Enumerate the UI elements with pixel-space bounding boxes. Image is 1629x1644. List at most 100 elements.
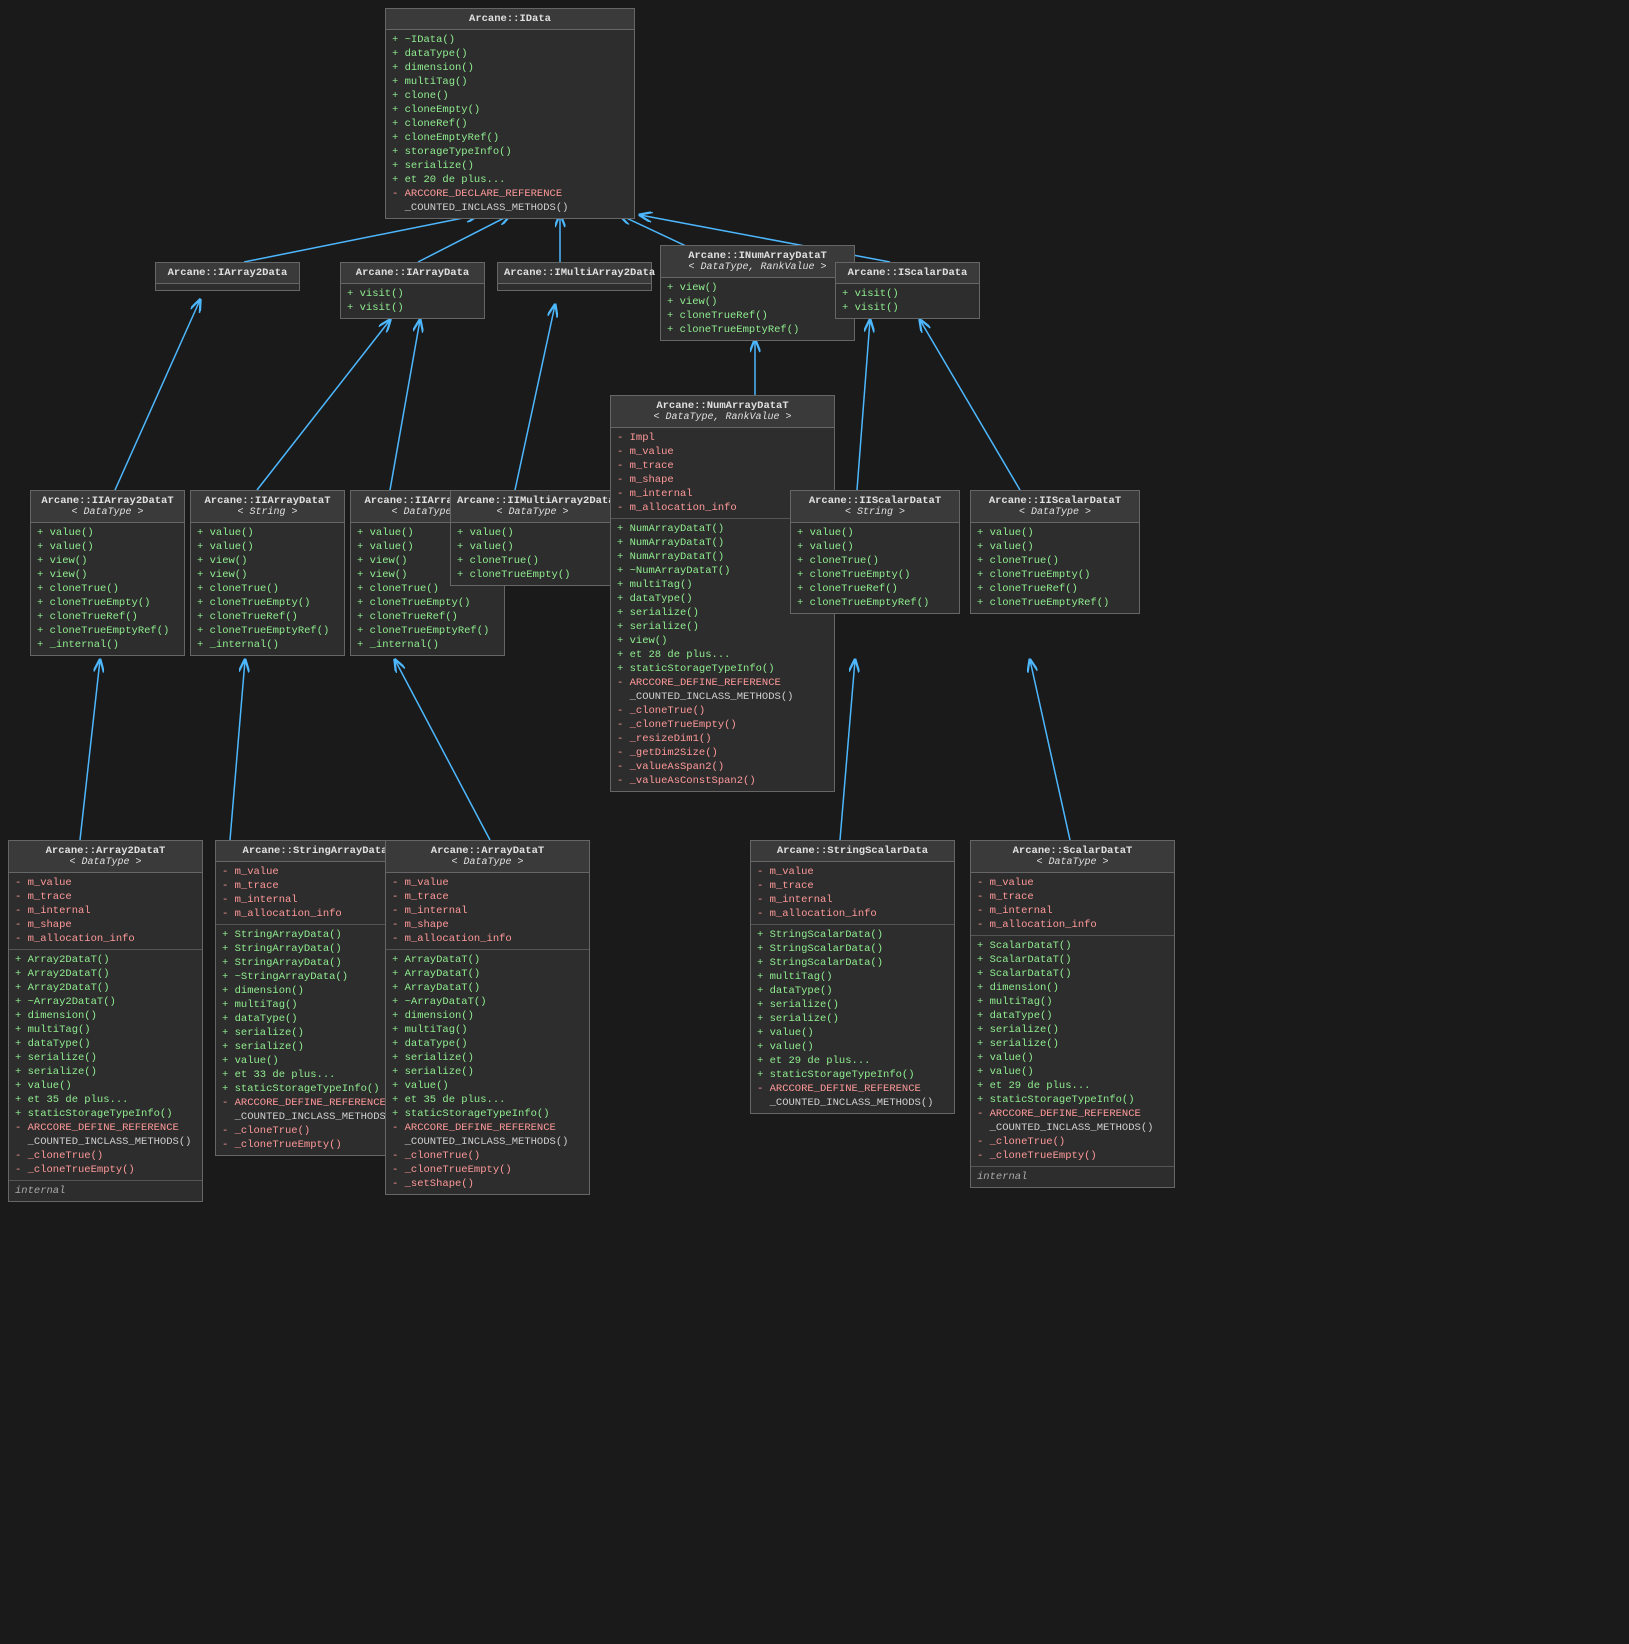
box-iiarray2datat-members: + value() + value() + view() + view() + … (31, 523, 184, 655)
member: - m_value (977, 876, 1168, 890)
member: + ArrayDataT() (392, 967, 583, 981)
member: + Array2DataT() (15, 981, 196, 995)
member: - _cloneTrue() (15, 1149, 196, 1163)
box-iarraydata: Arcane::IArrayData + visit() + visit() (340, 262, 485, 319)
member: + StringScalarData() (757, 956, 948, 970)
box-stringscalardata-members: + StringScalarData() + StringScalarData(… (751, 925, 954, 1113)
box-imultiarray2data-header: Arcane::IMultiArray2Data (498, 263, 651, 284)
member: - m_allocation_info (15, 932, 196, 946)
member: + ~StringArrayData() (222, 970, 408, 984)
member: + ScalarDataT() (977, 953, 1168, 967)
member: - m_value (15, 876, 196, 890)
member: + staticStorageTypeInfo() (392, 1107, 583, 1121)
member: + dimension() (392, 61, 628, 75)
box-scalardatat-header: Arcane::ScalarDataT < DataType > (971, 841, 1174, 873)
member: - _cloneTrue() (617, 704, 828, 718)
member: - ARCCORE_DECLARE_REFERENCE (392, 187, 628, 201)
member: + dimension() (222, 984, 408, 998)
box-iiscalardatat-string-header: Arcane::IIScalarDataT < String > (791, 491, 959, 523)
member: + multiTag() (392, 75, 628, 89)
member: + _internal() (197, 638, 338, 652)
member: + value() (977, 1065, 1168, 1079)
member: + StringArrayData() (222, 928, 408, 942)
member: + dataType() (392, 47, 628, 61)
member: + view() (667, 281, 848, 295)
box-iiarraydatat-string: Arcane::IIArrayDataT < String > + value(… (190, 490, 345, 656)
member: - ARCCORE_DEFINE_REFERENCE (617, 676, 828, 690)
member: - m_internal (392, 904, 583, 918)
member: + cloneTrueRef() (357, 610, 498, 624)
member: - m_value (617, 445, 828, 459)
box-iimultiarray2datat: Arcane::IIMultiArray2DataT < DataType > … (450, 490, 615, 586)
member: + value() (197, 540, 338, 554)
box-idata-members: + ~IData() + dataType() + dimension() + … (386, 30, 634, 218)
member: - _cloneTrueEmpty() (392, 1163, 583, 1177)
member: + et 33 de plus... (222, 1068, 408, 1082)
box-iarray2data-title: Arcane::IArray2Data (168, 267, 288, 279)
member: + StringScalarData() (757, 942, 948, 956)
member: + cloneTrueEmptyRef() (37, 624, 178, 638)
member: _COUNTED_INCLASS_METHODS() (977, 1121, 1168, 1135)
box-scalardatat-fields: - m_value - m_trace - m_internal - m_all… (971, 873, 1174, 936)
member: - _setShape() (392, 1177, 583, 1191)
box-iiscalardatat-datatype-stereo: < DataType > (977, 507, 1133, 518)
box-iiarray2datat-header: Arcane::IIArray2DataT < DataType > (31, 491, 184, 523)
box-iiscalardatat-datatype-members: + value() + value() + cloneTrue() + clon… (971, 523, 1139, 613)
box-idata-title: Arcane::IData (469, 13, 551, 25)
member: + serialize() (392, 159, 628, 173)
member: + visit() (842, 301, 973, 315)
member: _COUNTED_INCLASS_METHODS() (392, 1135, 583, 1149)
member: + cloneTrue() (37, 582, 178, 596)
member: + cloneTrueRef() (667, 309, 848, 323)
box-array2datat-members: + Array2DataT() + Array2DataT() + Array2… (9, 950, 202, 1181)
member: + value() (37, 540, 178, 554)
box-arraydatat: Arcane::ArrayDataT < DataType > - m_valu… (385, 840, 590, 1195)
diagram-container: Arcane::IData + ~IData() + dataType() + … (0, 0, 1629, 1644)
box-inumarraydatat-title: Arcane::INumArrayDataT (688, 250, 827, 262)
box-array2datat-internal: internal (9, 1181, 202, 1201)
box-arraydatat-members: + ArrayDataT() + ArrayDataT() + ArrayDat… (386, 950, 589, 1194)
member: + cloneTrueEmpty() (797, 568, 953, 582)
member: + value() (977, 540, 1133, 554)
box-iarraydata-members: + visit() + visit() (341, 284, 484, 318)
member: + StringArrayData() (222, 942, 408, 956)
member: - m_internal (977, 904, 1168, 918)
box-arraydatat-title: Arcane::ArrayDataT (431, 845, 544, 857)
member: + clone() (392, 89, 628, 103)
member: + value() (457, 540, 608, 554)
box-stringscalardata: Arcane::StringScalarData - m_value - m_t… (750, 840, 955, 1114)
member: + serialize() (15, 1051, 196, 1065)
box-stringscalardata-header: Arcane::StringScalarData (751, 841, 954, 862)
member: - m_trace (15, 890, 196, 904)
member: - _cloneTrue() (222, 1124, 408, 1138)
member: + dimension() (15, 1009, 196, 1023)
box-inumarraydatat-header: Arcane::INumArrayDataT < DataType, RankV… (661, 246, 854, 278)
member: + serialize() (392, 1065, 583, 1079)
member: + ~Array2DataT() (15, 995, 196, 1009)
member: + value() (797, 540, 953, 554)
box-scalardatat-internal: internal (971, 1167, 1174, 1187)
member: + StringScalarData() (757, 928, 948, 942)
member: + serialize() (222, 1040, 408, 1054)
member: + view() (197, 554, 338, 568)
member: + dataType() (977, 1009, 1168, 1023)
member: + multiTag() (15, 1023, 196, 1037)
member: + value() (977, 1051, 1168, 1065)
member: - m_allocation_info (757, 907, 948, 921)
box-numarraydatat-title: Arcane::NumArrayDataT (656, 400, 788, 412)
member: + dimension() (977, 981, 1168, 995)
member: + visit() (842, 287, 973, 301)
member: + ArrayDataT() (392, 953, 583, 967)
box-array2datat-fields: - m_value - m_trace - m_internal - m_sha… (9, 873, 202, 950)
member: + cloneTrueRef() (977, 582, 1133, 596)
box-idata-header: Arcane::IData (386, 9, 634, 30)
member: + cloneTrueRef() (37, 610, 178, 624)
member: _COUNTED_INCLASS_METHODS() (757, 1096, 948, 1110)
member: - Impl (617, 431, 828, 445)
box-iiscalardatat-string: Arcane::IIScalarDataT < String > + value… (790, 490, 960, 614)
box-arraydatat-fields: - m_value - m_trace - m_internal - m_sha… (386, 873, 589, 950)
member: + ~ArrayDataT() (392, 995, 583, 1009)
member: + StringArrayData() (222, 956, 408, 970)
box-stringarraydata-title: Arcane::StringArrayData (243, 845, 388, 857)
member: - m_internal (757, 893, 948, 907)
